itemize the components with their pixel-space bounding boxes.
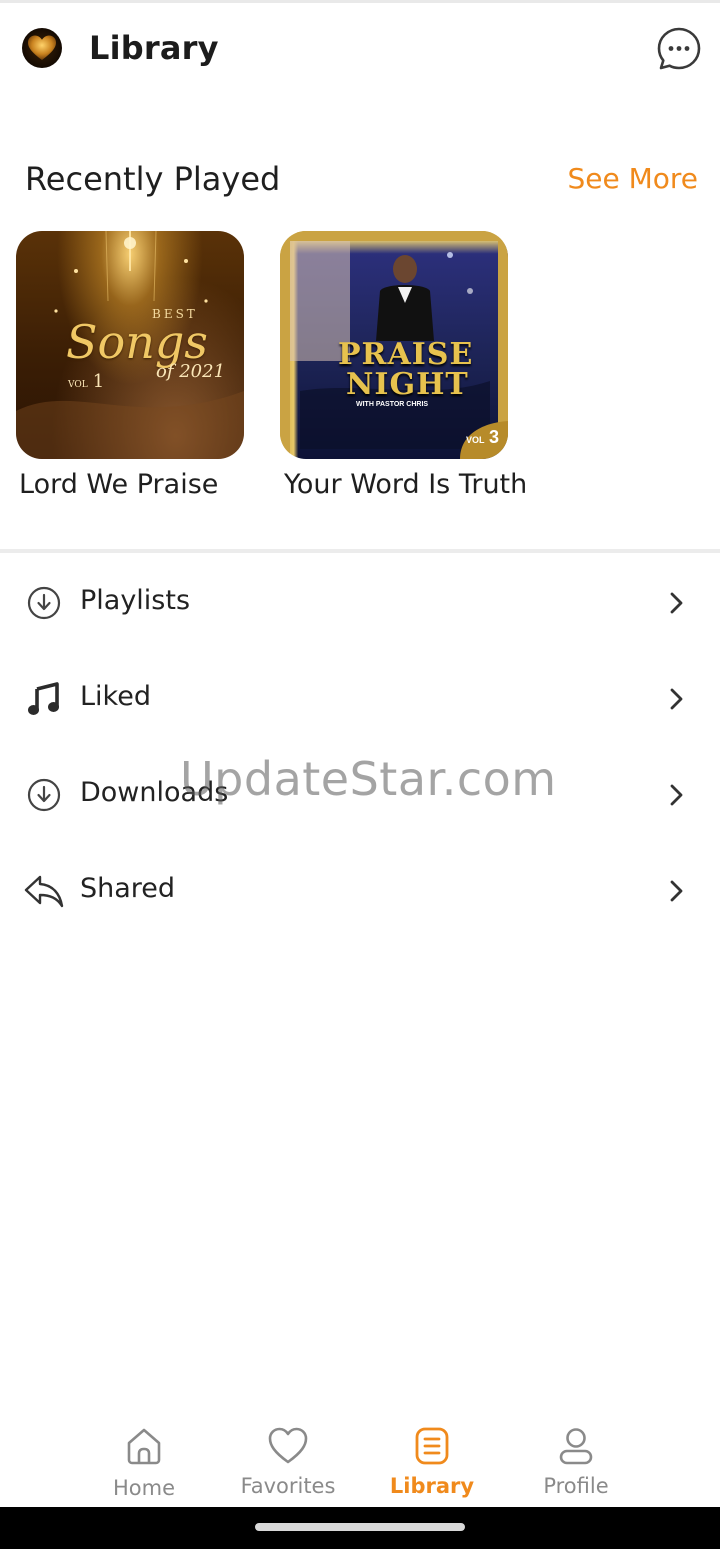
cover-vol: VOL 1 (68, 371, 104, 392)
chat-button[interactable] (655, 25, 703, 73)
cover-vol-label: VOL (466, 435, 485, 445)
cover-text-subtitle: WITH PASTOR CHRIS (356, 401, 429, 408)
cover-vol-label: VOL (68, 380, 88, 390)
menu-item-label: Downloads (80, 777, 229, 808)
bottom-nav: Home Favorites Library Profile (0, 1410, 720, 1507)
menu-item-label: Liked (80, 681, 151, 712)
album-title: Your Word Is Truth (284, 469, 528, 500)
menu-item-downloads[interactable]: Downloads (0, 747, 720, 843)
app-header: Library (0, 3, 720, 97)
nav-label: Profile (543, 1474, 609, 1498)
music-note-icon (24, 679, 64, 719)
cover-vol-number: 3 (488, 427, 499, 447)
home-gesture-handle[interactable] (255, 1523, 465, 1531)
nav-label: Favorites (240, 1474, 336, 1498)
see-more-link[interactable]: See More (567, 162, 698, 195)
nav-item-favorites[interactable]: Favorites (228, 1410, 348, 1507)
chevron-right-icon (664, 589, 688, 617)
reply-arrow-icon (24, 871, 64, 911)
heart-logo-icon (22, 28, 62, 68)
menu-item-label: Shared (80, 873, 176, 904)
menu-item-playlists[interactable]: Playlists (0, 555, 720, 651)
nav-item-home[interactable]: Home (84, 1410, 204, 1507)
heart-icon (268, 1424, 308, 1468)
menu-item-shared[interactable]: Shared (0, 843, 720, 939)
chevron-right-icon (664, 781, 688, 809)
section-divider (0, 549, 720, 553)
album-title: Lord We Praise (19, 469, 219, 500)
library-icon (412, 1424, 452, 1468)
nav-item-profile[interactable]: Profile (516, 1410, 636, 1507)
cover-text-night: NIGHT (346, 367, 469, 402)
cover-text-year: of 2021 (156, 361, 226, 382)
album-cover: BEST Songs of 2021 VOL 1 (16, 231, 244, 459)
section-title-recently-played: Recently Played (25, 160, 281, 198)
page-title: Library (89, 29, 219, 67)
nav-label: Home (112, 1476, 175, 1500)
nav-label: Library (389, 1474, 475, 1498)
cover-vol-number: 1 (92, 371, 105, 392)
download-circle-icon (24, 583, 64, 623)
download-circle-icon (24, 775, 64, 815)
nav-item-library[interactable]: Library (372, 1410, 492, 1507)
album-card[interactable]: PRAISE NIGHT WITH PASTOR CHRIS VOL 3 You… (280, 231, 528, 500)
album-cover: PRAISE NIGHT WITH PASTOR CHRIS VOL 3 (280, 231, 508, 459)
album-card[interactable]: BEST Songs of 2021 VOL 1 Lord We Praise (16, 231, 246, 500)
system-navigation-bar (0, 1507, 720, 1549)
menu-item-label: Playlists (80, 585, 191, 616)
chevron-right-icon (664, 685, 688, 713)
chat-bubble-icon (657, 27, 701, 70)
chevron-right-icon (664, 877, 688, 905)
profile-icon (556, 1424, 596, 1468)
home-icon (124, 1424, 164, 1468)
cover-vol: VOL 3 (466, 427, 499, 448)
menu-item-liked[interactable]: Liked (0, 651, 720, 747)
